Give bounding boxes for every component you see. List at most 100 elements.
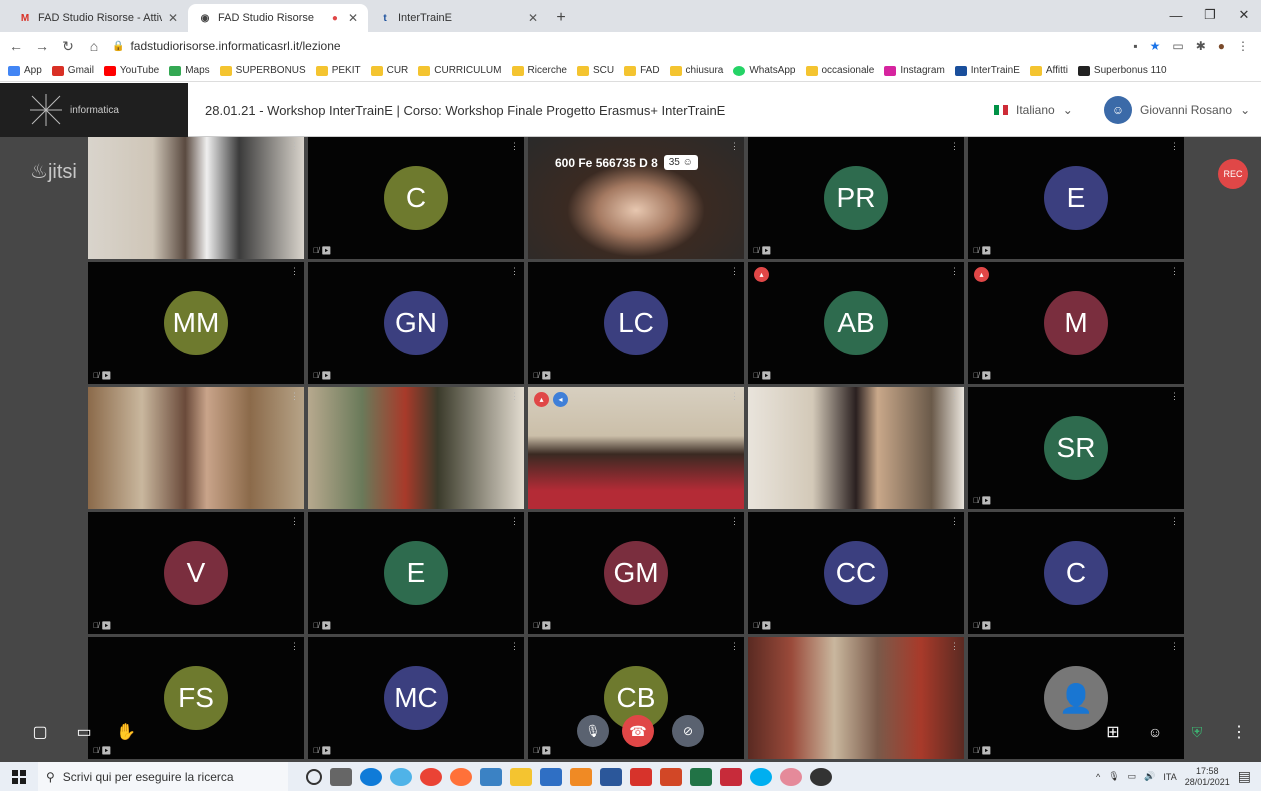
tile-menu-icon[interactable]: ⋮ bbox=[510, 141, 519, 152]
tile-menu-icon[interactable]: ⋮ bbox=[510, 391, 519, 402]
bookmark-item[interactable]: YouTube bbox=[103, 65, 159, 76]
bookmark-item[interactable]: PEKIT bbox=[315, 65, 361, 76]
participant-tile[interactable]: MC ⋮ 🎙̸ ▶ bbox=[308, 637, 524, 759]
chrome-icon[interactable] bbox=[420, 767, 442, 786]
tile-menu-icon[interactable]: ⋮ bbox=[1170, 641, 1179, 652]
participant-tile[interactable]: GN ⋮ 🎙̸ ▶ bbox=[308, 262, 524, 384]
mute-mic-button[interactable]: 🎙 bbox=[577, 715, 609, 747]
chevron-up-icon[interactable]: ^ bbox=[1096, 772, 1100, 782]
edge-icon[interactable] bbox=[360, 767, 382, 786]
mail-icon[interactable] bbox=[540, 767, 562, 786]
participant-tile[interactable]: ⋮ bbox=[308, 387, 524, 509]
participant-tile[interactable]: ⋮ bbox=[88, 137, 304, 259]
tile-menu-icon[interactable]: ⋮ bbox=[510, 516, 519, 527]
participant-tile[interactable]: C ⋮ 🎙̸ ▶ bbox=[968, 512, 1184, 634]
tile-menu-icon[interactable]: ⋮ bbox=[1170, 141, 1179, 152]
participant-tile[interactable]: MM ⋮ 🎙̸ ▶ bbox=[88, 262, 304, 384]
clock[interactable]: 17:58 28/01/2021 bbox=[1185, 766, 1230, 788]
microphone-icon[interactable]: 🎙 bbox=[1108, 771, 1119, 782]
bookmark-item[interactable]: Ricerche bbox=[511, 65, 567, 76]
participant-tile[interactable]: PR ⋮ 🎙̸ ▶ bbox=[748, 137, 964, 259]
cortana-icon[interactable] bbox=[306, 768, 322, 785]
camera-icon[interactable]: ▪ bbox=[1133, 39, 1137, 53]
close-window-icon[interactable]: ✕ bbox=[1227, 0, 1261, 30]
invite-button[interactable]: ☺ bbox=[1142, 717, 1168, 747]
cast-icon[interactable]: ▭ bbox=[1172, 39, 1183, 53]
participant-tile[interactable]: CC ⋮ 🎙̸ ▶ bbox=[748, 512, 964, 634]
bookmark-item[interactable]: Superbonus 110 bbox=[1077, 65, 1167, 76]
tile-menu-icon[interactable]: ⋮ bbox=[510, 641, 519, 652]
tile-menu-icon[interactable]: ⋮ bbox=[290, 141, 299, 152]
tile-menu-icon[interactable]: ⋮ bbox=[290, 266, 299, 277]
participant-tile[interactable]: M ⋮ 🎙̸ ▶ ▴ bbox=[968, 262, 1184, 384]
bookmark-item[interactable]: Affitti bbox=[1029, 65, 1068, 76]
bookmark-item[interactable]: InterTrainE bbox=[954, 65, 1020, 76]
restore-icon[interactable]: ❐ bbox=[1193, 0, 1227, 30]
tab-intertraine[interactable]: t InterTrainE ✕ bbox=[368, 4, 548, 32]
tile-menu-icon[interactable]: ⋮ bbox=[730, 266, 739, 277]
tile-menu-icon[interactable]: ⋮ bbox=[510, 266, 519, 277]
notifications-icon[interactable]: ▤ bbox=[1238, 768, 1251, 785]
bookmark-item[interactable]: WhatsApp bbox=[733, 65, 796, 76]
reload-icon[interactable]: ↻ bbox=[60, 38, 76, 55]
tile-view-button[interactable]: ⊞ bbox=[1100, 717, 1126, 747]
participant-tile[interactable]: SR ⋮ 🎙̸ ▶ bbox=[968, 387, 1184, 509]
tab-gmail[interactable]: M FAD Studio Risorse - Attivazione ✕ bbox=[8, 4, 188, 32]
bookmark-item[interactable]: CUR bbox=[370, 65, 408, 76]
app-red-icon[interactable] bbox=[720, 767, 742, 786]
user-menu[interactable]: ☺ Giovanni Rosano ⌄ bbox=[1104, 83, 1250, 137]
security-shield-icon[interactable]: ⛨ bbox=[1184, 717, 1210, 747]
excel-icon[interactable] bbox=[690, 767, 712, 786]
tab-fad[interactable]: ◉ FAD Studio Risorse ● ✕ bbox=[188, 4, 368, 32]
tile-menu-icon[interactable]: ⋮ bbox=[1170, 391, 1179, 402]
hangup-button[interactable]: ☎ bbox=[622, 715, 654, 747]
language-indicator[interactable]: ITA bbox=[1163, 772, 1176, 782]
more-options-button[interactable]: ⋮ bbox=[1226, 717, 1252, 747]
tile-menu-icon[interactable]: ⋮ bbox=[290, 516, 299, 527]
back-icon[interactable]: ← bbox=[8, 38, 24, 54]
language-selector[interactable]: Italiano ⌄ bbox=[994, 83, 1073, 137]
close-icon[interactable]: ✕ bbox=[348, 11, 358, 25]
bookmark-item[interactable]: Instagram bbox=[884, 65, 945, 76]
raise-hand-button[interactable]: ✋ bbox=[114, 717, 138, 747]
tile-menu-icon[interactable]: ⋮ bbox=[950, 641, 959, 652]
participant-tile[interactable]: LC ⋮ 🎙̸ ▶ bbox=[528, 262, 744, 384]
tile-menu-icon[interactable]: ⋮ bbox=[290, 391, 299, 402]
tile-menu-icon[interactable]: ⋮ bbox=[730, 641, 739, 652]
camera-off-button[interactable]: ⊘ bbox=[672, 715, 704, 747]
star-icon[interactable]: ★ bbox=[1150, 39, 1161, 53]
firefox-icon[interactable] bbox=[450, 767, 472, 786]
word-icon[interactable] bbox=[600, 767, 622, 786]
menu-icon[interactable]: ⋮ bbox=[1237, 39, 1249, 53]
bookmark-item[interactable]: SUPERBONUS bbox=[219, 65, 306, 76]
screenshare-button[interactable]: ▭ bbox=[72, 717, 96, 747]
participant-tile[interactable]: ⋮ bbox=[748, 387, 964, 509]
bookmark-item[interactable]: Maps bbox=[169, 65, 210, 76]
close-icon[interactable]: ✕ bbox=[168, 11, 178, 25]
tile-menu-icon[interactable]: ⋮ bbox=[950, 266, 959, 277]
participant-count-badge[interactable]: 35 ☺ bbox=[663, 155, 698, 170]
acrobat-icon[interactable] bbox=[630, 767, 652, 786]
skype-icon[interactable] bbox=[750, 767, 772, 786]
network-icon[interactable]: ▭ bbox=[1128, 771, 1137, 782]
paint-icon[interactable] bbox=[780, 767, 802, 786]
participant-tile[interactable]: V ⋮ 🎙̸ ▶ bbox=[88, 512, 304, 634]
participant-tile[interactable]: E ⋮ 🎙̸ ▶ bbox=[308, 512, 524, 634]
participant-tile[interactable]: GM ⋮ 🎙̸ ▶ bbox=[528, 512, 744, 634]
close-icon[interactable]: ✕ bbox=[528, 11, 538, 25]
bookmark-item[interactable]: chiusura bbox=[669, 65, 723, 76]
bookmark-item[interactable]: FAD bbox=[624, 65, 660, 76]
participant-tile[interactable]: AB ⋮ 🎙̸ ▶ ▴ bbox=[748, 262, 964, 384]
new-tab-button[interactable]: + bbox=[548, 4, 574, 32]
tile-menu-icon[interactable]: ⋮ bbox=[1170, 266, 1179, 277]
forward-icon[interactable]: → bbox=[34, 38, 50, 54]
informatica-logo[interactable]: informatica bbox=[0, 83, 188, 137]
tile-menu-icon[interactable]: ⋮ bbox=[1170, 516, 1179, 527]
chat-button[interactable]: ▢ bbox=[28, 717, 52, 747]
windows-start-icon[interactable] bbox=[0, 762, 38, 791]
task-view-icon[interactable] bbox=[330, 767, 352, 786]
participant-tile[interactable]: E ⋮ 🎙̸ ▶ bbox=[968, 137, 1184, 259]
participant-tile[interactable]: ⋮ ▴ ◂ bbox=[528, 387, 744, 509]
puzzle-icon[interactable]: ✱ bbox=[1196, 39, 1206, 53]
profile-icon[interactable]: ● bbox=[1218, 39, 1225, 53]
